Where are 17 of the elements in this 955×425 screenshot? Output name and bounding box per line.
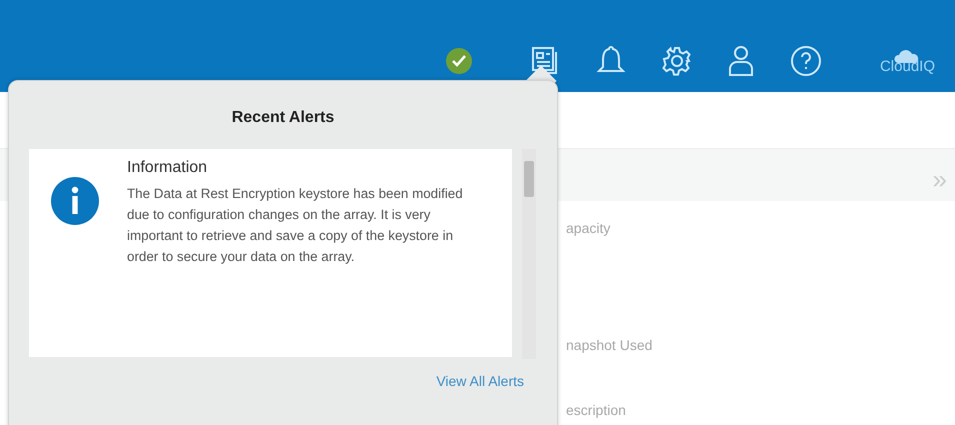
field-label: napshot Used	[566, 337, 652, 353]
settings-icon[interactable]	[662, 46, 692, 76]
newspaper-icon[interactable]	[530, 46, 560, 76]
alert-title: Information	[127, 159, 208, 177]
alert-message: The Data at Rest Encryption keystore has been modified due to configuration changes on the array. It is very important to retrieve and save a copy of the keystore in order to secure your data on the array.	[127, 185, 464, 266]
field-label: escription	[566, 402, 626, 418]
alert-card[interactable]	[29, 149, 512, 357]
user-icon[interactable]	[728, 45, 754, 77]
cloudiq-logo[interactable]: CloudIQ	[880, 48, 935, 74]
status-ok-icon[interactable]	[446, 48, 472, 74]
view-all-alerts-link[interactable]: View All Alerts	[436, 373, 524, 389]
scrollbar[interactable]	[522, 149, 536, 359]
popup-title: Recent Alerts	[232, 109, 334, 127]
field-label: apacity	[566, 220, 610, 236]
info-icon	[51, 177, 99, 225]
expand-icon[interactable]: »	[932, 164, 947, 195]
help-icon[interactable]	[790, 45, 822, 77]
